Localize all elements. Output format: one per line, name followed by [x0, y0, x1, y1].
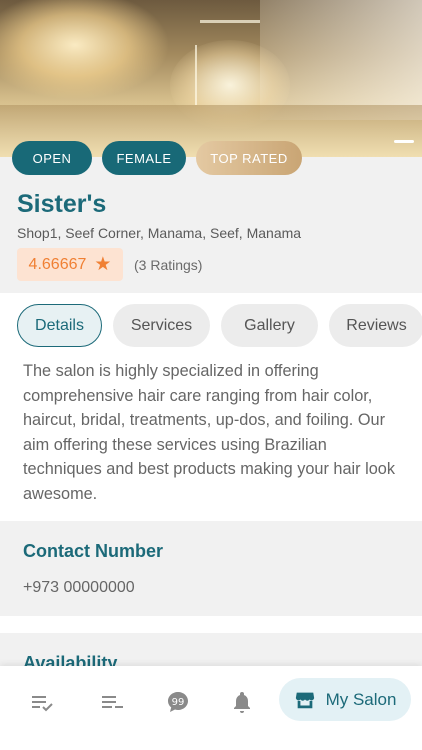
- my-salon-label: My Salon: [325, 689, 397, 709]
- contact-section: Contact Number +973 00000000: [0, 521, 422, 616]
- contact-phone[interactable]: +973 00000000: [23, 579, 135, 597]
- hero-detail: [195, 45, 197, 105]
- tag-open: OPEN: [12, 141, 92, 175]
- rating-badge: 4.66667 ★: [17, 248, 123, 281]
- tab-gallery[interactable]: Gallery: [221, 304, 318, 347]
- tab-services[interactable]: Services: [113, 304, 210, 347]
- section-divider: [0, 616, 422, 633]
- tag-top-rated: TOP RATED: [196, 141, 302, 175]
- chat-icon[interactable]: 99: [166, 690, 190, 714]
- image-pager-indicator: [394, 140, 414, 143]
- hero-light: [0, 0, 170, 100]
- tab-reviews[interactable]: Reviews: [329, 304, 422, 347]
- ratings-count[interactable]: (3 Ratings): [134, 257, 202, 273]
- list-check-icon[interactable]: [30, 690, 54, 714]
- salon-hero-image[interactable]: [0, 0, 422, 157]
- my-salon-button[interactable]: My Salon: [279, 678, 411, 721]
- contact-heading: Contact Number: [23, 541, 164, 561]
- svg-text:99: 99: [172, 697, 185, 708]
- store-icon: [295, 692, 314, 708]
- bottom-nav: 99 My Salon: [0, 666, 422, 750]
- bell-icon[interactable]: [230, 690, 254, 714]
- salon-name: Sister's: [17, 190, 107, 218]
- tag-female: FEMALE: [102, 141, 186, 175]
- salon-tabs: Details Services Gallery Reviews: [17, 304, 422, 347]
- salon-address: Shop1, Seef Corner, Manama, Seef, Manama: [17, 225, 302, 241]
- salon-description: The salon is highly specialized in offer…: [23, 362, 395, 503]
- tab-details[interactable]: Details: [17, 304, 102, 347]
- rating-value: 4.66667: [28, 255, 87, 273]
- salon-tags: OPEN FEMALE TOP RATED: [12, 141, 302, 175]
- list-icon[interactable]: [100, 690, 124, 714]
- star-icon: ★: [94, 254, 112, 275]
- hero-detail: [200, 20, 260, 23]
